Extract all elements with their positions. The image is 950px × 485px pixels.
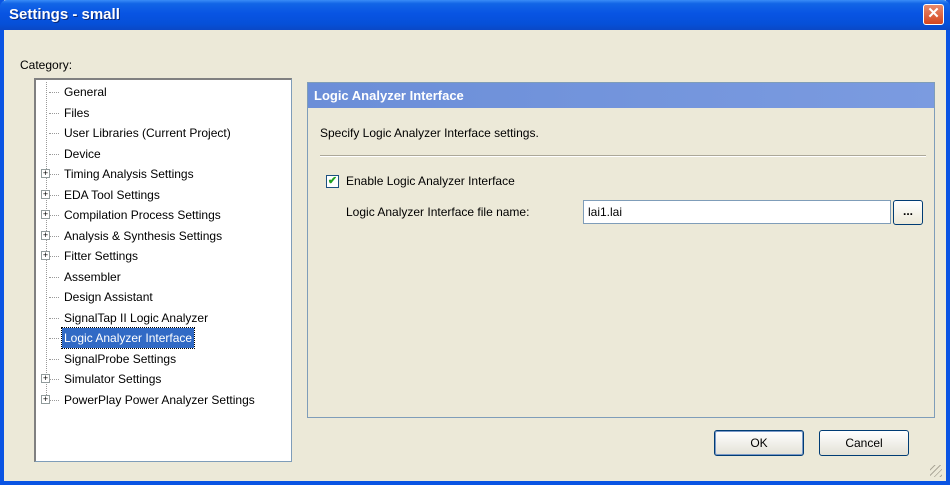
tree-branch-line bbox=[49, 358, 59, 360]
title-bar[interactable]: Settings - small ✕ bbox=[0, 0, 950, 30]
settings-panel: Logic Analyzer Interface Specify Logic A… bbox=[307, 82, 935, 418]
tree-item-label: Files bbox=[64, 105, 90, 120]
enable-lai-checkbox[interactable]: ✔ bbox=[326, 175, 339, 188]
tree-item-label: SignalTap II Logic Analyzer bbox=[64, 310, 209, 325]
divider bbox=[320, 155, 926, 157]
browse-button[interactable]: ... bbox=[893, 200, 923, 225]
tree-item-label: Fitter Settings bbox=[64, 249, 139, 263]
category-label: Category: bbox=[20, 58, 73, 72]
tree-item-label: General bbox=[64, 85, 107, 99]
tree-item-label: SignalProbe Settings bbox=[64, 351, 177, 366]
window-title: Settings - small bbox=[9, 6, 120, 23]
tree-branch-line bbox=[49, 92, 59, 93]
tree-item-label: PowerPlay Power Analyzer Settings bbox=[64, 392, 255, 407]
tree-branch-line bbox=[49, 297, 59, 298]
tree-branch-line bbox=[49, 399, 59, 401]
tree-branch-line bbox=[49, 276, 59, 278]
panel-header: Logic Analyzer Interface bbox=[308, 83, 934, 108]
tree-item-label: Logic Analyzer Interface bbox=[60, 327, 196, 349]
tree-item-label: Compilation Process Settings bbox=[64, 208, 221, 222]
tree-item-label: Assembler bbox=[64, 269, 121, 284]
panel-description: Specify Logic Analyzer Interface setting… bbox=[320, 126, 539, 140]
settings-dialog: Settings - small ✕ Category: General File… bbox=[0, 0, 950, 485]
lai-file-label: Logic Analyzer Interface file name: bbox=[346, 205, 530, 219]
tree-branch-line bbox=[49, 256, 59, 257]
tree-item-label: Simulator Settings bbox=[64, 372, 162, 386]
tree-branch-line bbox=[49, 153, 59, 155]
tree-branch-line bbox=[49, 174, 59, 175]
tree-branch-line bbox=[49, 317, 59, 319]
ok-button[interactable]: OK bbox=[714, 430, 804, 456]
lai-file-input[interactable] bbox=[583, 200, 891, 224]
tree-branch-line bbox=[49, 112, 59, 114]
category-tree[interactable]: General Files User Libraries (Current Proj… bbox=[34, 78, 292, 462]
check-icon: ✔ bbox=[327, 175, 338, 187]
tree-item-label: Design Assistant bbox=[64, 290, 153, 304]
cancel-button[interactable]: Cancel bbox=[819, 430, 909, 456]
tree-branch-line bbox=[49, 133, 59, 134]
tree-branch-line bbox=[49, 379, 59, 380]
tree-branch-line bbox=[49, 215, 59, 216]
tree-item-label: Timing Analysis Settings bbox=[64, 167, 194, 181]
tree-connector-line bbox=[46, 82, 47, 403]
tree-branch-line bbox=[49, 194, 59, 196]
enable-lai-label[interactable]: Enable Logic Analyzer Interface bbox=[346, 174, 515, 188]
close-icon[interactable]: ✕ bbox=[923, 4, 944, 25]
tree-item-label: User Libraries (Current Project) bbox=[64, 126, 231, 140]
tree-item-label: Analysis & Synthesis Settings bbox=[64, 228, 223, 243]
tree-branch-line bbox=[49, 338, 59, 339]
resize-grip[interactable] bbox=[930, 465, 942, 477]
tree-item-label: Device bbox=[64, 146, 101, 161]
tree-item-label: EDA Tool Settings bbox=[64, 187, 160, 202]
tree-branch-line bbox=[49, 235, 59, 237]
